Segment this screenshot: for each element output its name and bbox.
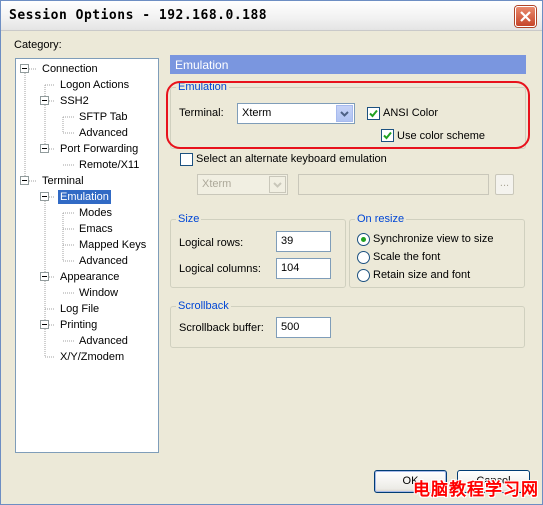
tree-collapse-icon[interactable] bbox=[40, 192, 49, 201]
session-options-dialog: Session Options - 192.168.0.188 Category… bbox=[0, 0, 543, 505]
tree-item-emulation-advanced[interactable]: Advanced bbox=[77, 254, 130, 268]
tree-collapse-icon[interactable] bbox=[40, 272, 49, 281]
category-tree[interactable]: Connection Logon Actions SSH2 SFTP Tab Advan… bbox=[15, 58, 159, 453]
tree-item-modes[interactable]: Modes bbox=[77, 206, 114, 220]
title-bar[interactable]: Session Options - 192.168.0.188 bbox=[1, 1, 542, 31]
scrollback-buffer-label: Scrollback buffer: bbox=[179, 322, 264, 334]
tree-item-printing-advanced[interactable]: Advanced bbox=[77, 334, 130, 348]
scrollback-buffer-input[interactable]: 500 bbox=[276, 317, 331, 338]
close-button[interactable] bbox=[515, 6, 536, 27]
alternate-emulation-select[interactable]: Xterm bbox=[197, 174, 288, 195]
browse-button[interactable]: ... bbox=[495, 174, 514, 195]
panel-header: Emulation bbox=[170, 55, 526, 74]
on-resize-legend: On resize bbox=[357, 213, 405, 225]
tree-item-remote-x11[interactable]: Remote/X11 bbox=[77, 158, 141, 172]
tree-item-printing[interactable]: Printing bbox=[58, 318, 99, 332]
resize-option-label-0[interactable]: Synchronize view to size bbox=[373, 233, 493, 245]
tree-collapse-icon[interactable] bbox=[40, 96, 49, 105]
tree-item-connection[interactable]: Connection bbox=[40, 62, 100, 76]
tree-item-window[interactable]: Window bbox=[77, 286, 120, 300]
tree-collapse-icon[interactable] bbox=[20, 64, 29, 73]
resize-option-radio-0[interactable] bbox=[357, 233, 370, 246]
size-legend: Size bbox=[178, 213, 200, 225]
alternate-emulation-select-value: Xterm bbox=[202, 178, 232, 190]
scrollback-legend: Scrollback bbox=[178, 300, 229, 312]
alternate-emulation-label[interactable]: Select an alternate keyboard emulation bbox=[196, 153, 387, 165]
tree-item-ssh2[interactable]: SSH2 bbox=[58, 94, 91, 108]
tree-item-terminal[interactable]: Terminal bbox=[40, 174, 86, 188]
resize-option-label-2[interactable]: Retain size and font bbox=[373, 269, 470, 281]
tree-collapse-icon[interactable] bbox=[40, 144, 49, 153]
resize-option-radio-1[interactable] bbox=[357, 251, 370, 264]
logical-rows-input[interactable]: 39 bbox=[276, 231, 331, 252]
tree-item-sftp-tab[interactable]: SFTP Tab bbox=[77, 110, 130, 124]
window-title: Session Options - 192.168.0.188 bbox=[9, 8, 268, 23]
tree-collapse-icon[interactable] bbox=[20, 176, 29, 185]
tree-item-appearance[interactable]: Appearance bbox=[58, 270, 121, 284]
tree-item-mapped-keys[interactable]: Mapped Keys bbox=[77, 238, 148, 252]
tree-item-emacs[interactable]: Emacs bbox=[77, 222, 115, 236]
tree-item-logon-actions[interactable]: Logon Actions bbox=[58, 78, 131, 92]
resize-option-label-1[interactable]: Scale the font bbox=[373, 251, 440, 263]
chevron-down-icon[interactable] bbox=[269, 176, 286, 193]
tree-collapse-icon[interactable] bbox=[40, 320, 49, 329]
panel-title: Emulation bbox=[175, 58, 229, 72]
tree-item-port-forwarding[interactable]: Port Forwarding bbox=[58, 142, 140, 156]
alternate-emulation-checkbox[interactable] bbox=[180, 153, 193, 166]
watermark-text: 电脑教程学习网 bbox=[413, 480, 539, 500]
resize-option-radio-2[interactable] bbox=[357, 269, 370, 282]
logical-columns-label: Logical columns: bbox=[179, 263, 261, 275]
logical-columns-input[interactable]: 104 bbox=[276, 258, 331, 279]
category-label: Category: bbox=[14, 39, 62, 51]
tree-item-emulation[interactable]: Emulation bbox=[58, 190, 111, 204]
tree-item-xyzmodem[interactable]: X/Y/Zmodem bbox=[58, 350, 126, 364]
alternate-emulation-input[interactable] bbox=[298, 174, 489, 195]
highlight-annotation bbox=[166, 81, 530, 149]
logical-rows-label: Logical rows: bbox=[179, 237, 244, 249]
tree-item-ssh2-advanced[interactable]: Advanced bbox=[77, 126, 130, 140]
tree-item-log-file[interactable]: Log File bbox=[58, 302, 101, 316]
